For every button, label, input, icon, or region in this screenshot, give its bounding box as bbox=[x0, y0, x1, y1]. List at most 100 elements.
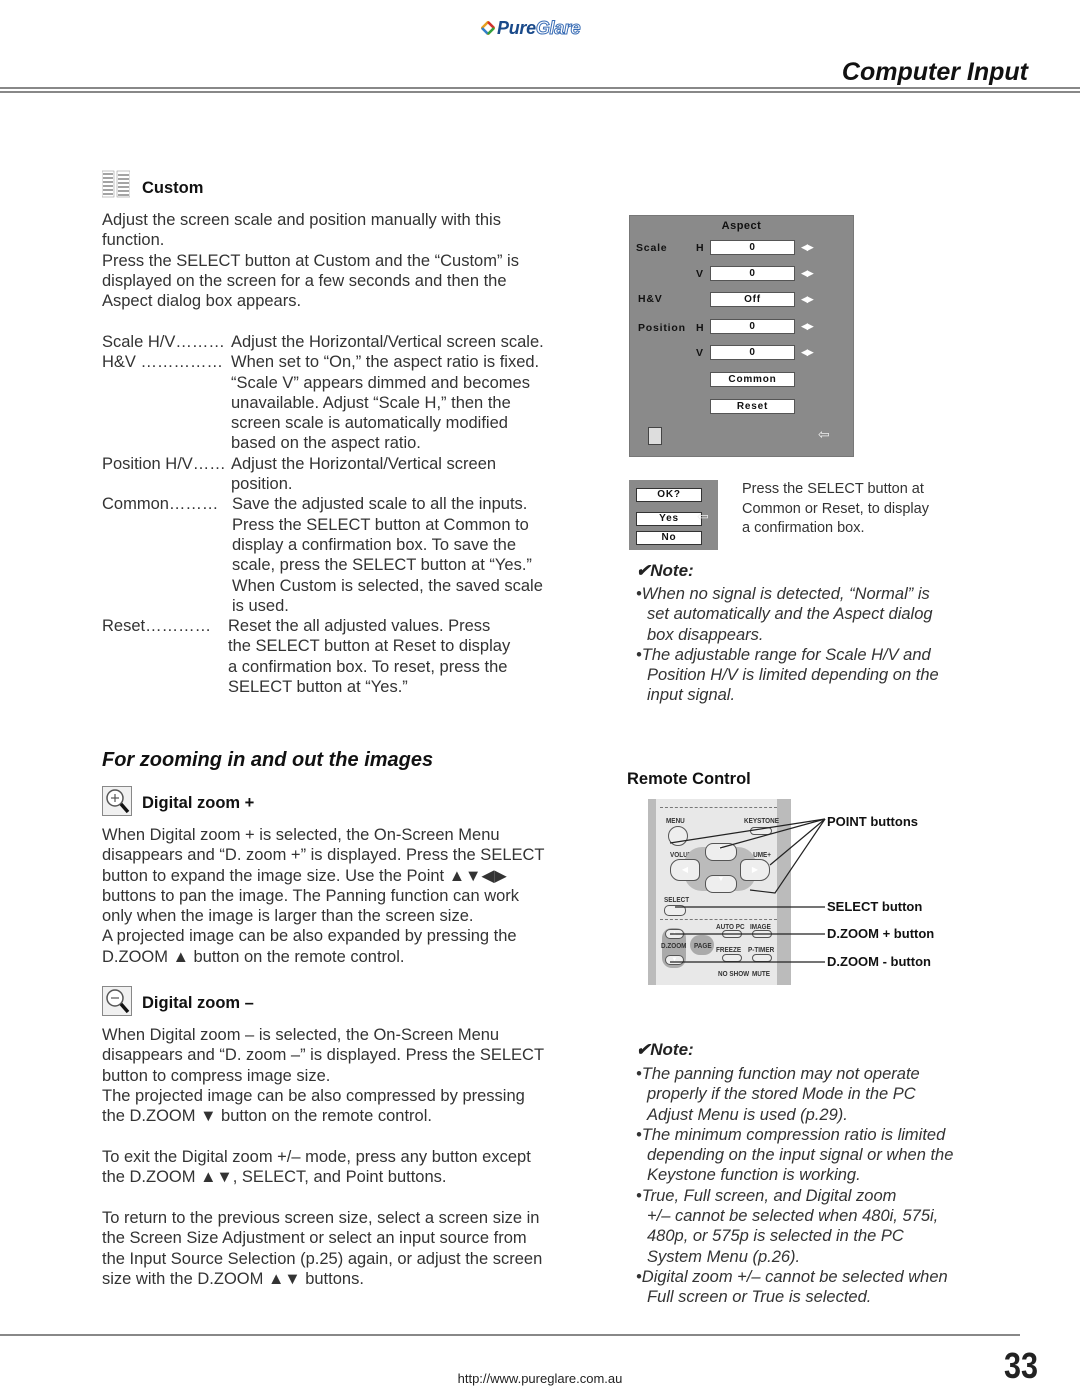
note-item: •Digital zoom +/– cannot be selected whe… bbox=[636, 1267, 986, 1308]
text-line: based on the aspect ratio. bbox=[231, 434, 421, 453]
aspect-dialog-title: Aspect bbox=[721, 220, 762, 232]
text-line: box disappears. bbox=[647, 625, 764, 644]
hv-label: H&V bbox=[638, 293, 663, 305]
text-line: the Input Source Selection (p.25) again,… bbox=[102, 1249, 543, 1268]
note-list: •The panning function may not operate pr… bbox=[636, 1064, 986, 1308]
text-line: D.ZOOM ▲ button on the remote control. bbox=[102, 947, 405, 966]
text-line: depending on the input signal or when th… bbox=[647, 1146, 954, 1165]
note-item: •When no signal is detected, “Normal” is… bbox=[636, 584, 981, 645]
text-line: When Digital zoom + is selected, the On-… bbox=[102, 826, 500, 844]
brand-logo: PureGlare bbox=[481, 18, 581, 39]
note-item: •The minimum compression ratio is limite… bbox=[636, 1125, 986, 1186]
zoom-in-icon bbox=[102, 786, 132, 816]
confirm-yes-button[interactable]: Yes bbox=[636, 512, 702, 526]
zoom-section-heading: For zooming in and out the images bbox=[102, 749, 434, 771]
text-line: screen scale is automatically modified bbox=[231, 414, 508, 433]
text-line: Press the SELECT button at Custom and th… bbox=[102, 251, 519, 270]
text-line: “Scale V” appears dimmed and becomes bbox=[231, 373, 530, 392]
zoom-out-heading: Digital zoom – bbox=[142, 994, 254, 1012]
logo-mark-icon bbox=[481, 21, 495, 35]
custom-grid-icon bbox=[101, 170, 131, 198]
common-button[interactable]: Common bbox=[710, 372, 795, 387]
note-item: •The panning function may not operate pr… bbox=[636, 1064, 986, 1125]
text-line: scale, press the SELECT button at “Yes.” bbox=[232, 556, 532, 575]
scale-label: Scale bbox=[636, 242, 668, 254]
position-h-arrows-icon[interactable]: ◀▶ bbox=[801, 321, 814, 332]
note-list: •When no signal is detected, “Normal” is… bbox=[636, 584, 981, 706]
text-line: SELECT button at “Yes.” bbox=[228, 678, 408, 697]
text-line: To return to the previous screen size, s… bbox=[102, 1209, 540, 1227]
aspect-dialog: Aspect Scale H 0 ◀▶ V 0 ◀▶ H&V Off ◀▶ Po… bbox=[629, 215, 854, 457]
pointer-arrow-icon: ⇦ bbox=[697, 508, 709, 524]
position-h-field[interactable]: 0 bbox=[710, 319, 795, 334]
position-v-arrows-icon[interactable]: ◀▶ bbox=[801, 347, 814, 358]
text-line: Adjust the Horizontal/Vertical screen sc… bbox=[231, 333, 544, 351]
scale-v-field[interactable]: 0 bbox=[710, 266, 795, 281]
remote-heading: Remote Control bbox=[627, 770, 751, 788]
header-divider bbox=[0, 87, 1080, 89]
text-line: When Digital zoom – is selected, the On-… bbox=[102, 1026, 500, 1044]
text-line: Keystone function is working. bbox=[647, 1166, 861, 1185]
scale-v-arrows-icon[interactable]: ◀▶ bbox=[801, 268, 814, 279]
text-line: function. bbox=[102, 231, 165, 250]
position-v-field[interactable]: 0 bbox=[710, 345, 795, 360]
text-line: 480p, or 575p is selected in the PC bbox=[647, 1227, 904, 1246]
reset-button[interactable]: Reset bbox=[710, 399, 795, 414]
text-line: Adjust the screen scale and position man… bbox=[102, 211, 501, 229]
confirmation-box: OK? Yes ⇦ No bbox=[629, 480, 718, 550]
confirm-caption: Press the SELECT button at Common or Res… bbox=[742, 480, 929, 539]
scale-h-field[interactable]: 0 bbox=[710, 240, 795, 255]
definition-term: Reset………… bbox=[102, 617, 212, 636]
definition-term: Position H/V…… bbox=[102, 454, 226, 473]
logo-text-glare: Glare bbox=[535, 18, 581, 39]
callout-lines bbox=[669, 818, 826, 963]
text-line: input signal. bbox=[647, 686, 736, 705]
position-v-label: V bbox=[696, 347, 704, 359]
text-line: Press the SELECT button at Common to bbox=[232, 515, 529, 534]
text-line: the SELECT button at Reset to display bbox=[228, 637, 511, 656]
text-line: When set to “On,” the aspect ratio is fi… bbox=[231, 353, 540, 372]
definition-term: Common……… bbox=[102, 495, 219, 514]
text-line: Save the adjusted scale to all the input… bbox=[232, 495, 528, 514]
definition-position-hv: Position H/V…… Adjust the Horizontal/Ver… bbox=[102, 454, 582, 495]
exit-zoom-text: To exit the Digital zoom +/– mode, press… bbox=[102, 1147, 592, 1188]
callout-dzoom-plus: D.ZOOM + button bbox=[827, 926, 935, 941]
text-line: Press the SELECT button at bbox=[742, 481, 924, 497]
return-size-text: To return to the previous screen size, s… bbox=[102, 1208, 592, 1289]
text-line: disappears and “D. zoom +” is displayed.… bbox=[102, 846, 545, 865]
note-item: •True, Full screen, and Digital zoom +/–… bbox=[636, 1186, 986, 1267]
confirm-no-button[interactable]: No bbox=[636, 531, 702, 545]
zoom-in-text: When Digital zoom + is selected, the On-… bbox=[102, 825, 592, 967]
text-line: displayed on the screen for a few second… bbox=[102, 271, 507, 290]
footer-url[interactable]: http://www.pureglare.com.au bbox=[0, 1371, 1080, 1386]
text-line: Common or Reset, to display bbox=[742, 500, 929, 517]
hv-field[interactable]: Off bbox=[710, 292, 795, 307]
position-label: Position bbox=[638, 322, 686, 334]
text-line: +/– cannot be selected when 480i, 575i, bbox=[647, 1207, 939, 1226]
scale-h-arrows-icon[interactable]: ◀▶ bbox=[801, 242, 814, 253]
exit-door-icon[interactable] bbox=[648, 427, 662, 445]
text-line: the D.ZOOM ▼ button on the remote contro… bbox=[102, 1107, 432, 1126]
section-title: Computer Input bbox=[841, 58, 1028, 86]
hv-arrows-icon[interactable]: ◀▶ bbox=[801, 294, 814, 305]
confirm-title: OK? bbox=[636, 488, 702, 502]
text-line: Adjust Menu is used (p.29). bbox=[647, 1105, 848, 1124]
definition-reset: Reset………… Reset the all adjusted values.… bbox=[102, 616, 582, 697]
text-line: Adjust the Horizontal/Vertical screen bbox=[231, 454, 497, 473]
text-line: Position H/V is limited depending on the bbox=[647, 666, 939, 685]
zoom-out-icon bbox=[102, 986, 132, 1016]
text-line: When Custom is selected, the saved scale bbox=[232, 576, 543, 595]
back-arrow-icon[interactable]: ⇦ bbox=[818, 426, 830, 443]
callout-select-button: SELECT button bbox=[827, 899, 923, 914]
zoom-in-heading: Digital zoom + bbox=[142, 794, 255, 812]
custom-intro: Adjust the screen scale and position man… bbox=[102, 210, 582, 311]
definition-term: H&V …………… bbox=[102, 353, 224, 372]
text-line: •When no signal is detected, “Normal” is bbox=[636, 585, 930, 603]
definition-scale-hv: Scale H/V……… Adjust the Horizontal/Verti… bbox=[102, 332, 582, 352]
text-line: The projected image can be also compress… bbox=[102, 1086, 525, 1105]
text-line: disappears and “D. zoom –” is displayed.… bbox=[102, 1046, 545, 1065]
text-line: a confirmation box. To reset, press the bbox=[228, 657, 508, 676]
text-line: •Digital zoom +/– cannot be selected whe… bbox=[636, 1267, 948, 1286]
text-line: the D.ZOOM ▲▼, SELECT, and Point buttons… bbox=[102, 1168, 447, 1187]
text-line: a confirmation box. bbox=[742, 520, 865, 536]
